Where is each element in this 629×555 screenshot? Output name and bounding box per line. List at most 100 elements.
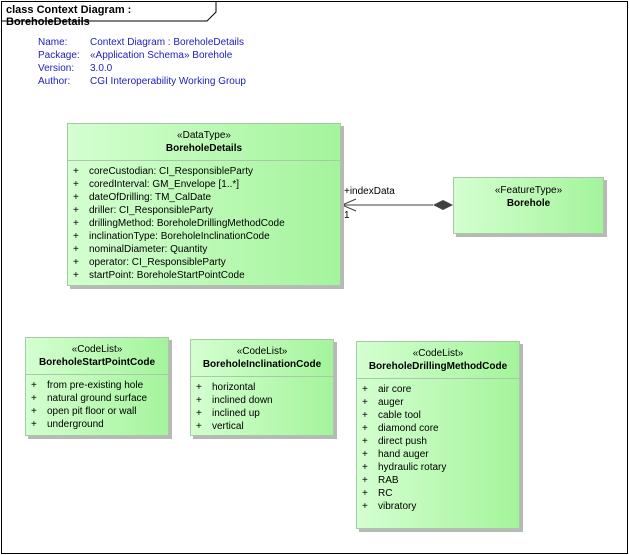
attribute-item[interactable]: + RC	[361, 487, 519, 500]
visibility-marker: +	[196, 395, 202, 406]
attribute-text: underground	[47, 419, 104, 430]
attribute-list: + air core + auger + cable tool + diamond core +…	[357, 379, 519, 513]
class-borehole-details[interactable]: «DataType» BoreholeDetails + coreCustodian:…	[67, 123, 341, 286]
class-name: BoreholeInclinationCode	[202, 359, 322, 370]
metadata-row: Author: CGI Interoperability Working Grou…	[38, 75, 246, 88]
attribute-item[interactable]: + vibratory	[361, 500, 519, 513]
attribute-text: RAB	[378, 475, 399, 486]
attribute-text: vertical	[212, 421, 244, 432]
attribute-text: coreCustodian: CI_ResponsibleParty	[89, 166, 253, 177]
attribute-item[interactable]: + inclined down	[195, 394, 333, 407]
metadata-key: Author:	[38, 76, 71, 87]
visibility-marker: +	[73, 179, 79, 190]
class-header: «FeatureType» Borehole	[454, 178, 603, 215]
metadata-row: Name: Context Diagram : BoreholeDetails	[38, 36, 246, 49]
class-header: «CodeList» BoreholeInclinationCode	[191, 340, 333, 377]
attribute-item[interactable]: + nominalDiameter: Quantity	[72, 243, 340, 256]
attribute-item[interactable]: + auger	[361, 396, 519, 409]
attribute-item[interactable]: + driller: CI_ResponsibleParty	[72, 204, 340, 217]
composition-diamond-icon	[433, 200, 453, 210]
attribute-item[interactable]: + hydraulic rotary	[361, 461, 519, 474]
visibility-marker: +	[362, 436, 368, 447]
visibility-marker: +	[362, 501, 368, 512]
stereotype-label: «DataType»	[177, 130, 231, 141]
attribute-item[interactable]: + horizontal	[195, 381, 333, 394]
attribute-text: direct push	[378, 436, 427, 447]
visibility-marker: +	[31, 380, 37, 391]
attribute-item[interactable]: + from pre-existing hole	[30, 379, 168, 392]
class-borehole-drilling-method-code[interactable]: «CodeList» BoreholeDrillingMethodCode + air…	[356, 341, 520, 529]
attribute-item[interactable]: + open pit floor or wall	[30, 405, 168, 418]
attribute-text: natural ground surface	[47, 393, 148, 404]
attribute-item[interactable]: + coreCustodian: CI_ResponsibleParty	[72, 165, 340, 178]
attribute-text: vibratory	[378, 501, 417, 512]
class-borehole-start-point-code[interactable]: «CodeList» BoreholeStartPointCode + from pr…	[25, 337, 169, 436]
attribute-item[interactable]: + dateOfDrilling: TM_CalDate	[72, 191, 340, 204]
stereotype-label: «FeatureType»	[494, 185, 563, 196]
attribute-item[interactable]: + RAB	[361, 474, 519, 487]
attribute-item[interactable]: + natural ground surface	[30, 392, 168, 405]
attribute-text: RC	[378, 488, 393, 499]
attribute-text: auger	[378, 397, 404, 408]
visibility-marker: +	[31, 419, 37, 430]
attribute-item[interactable]: + underground	[30, 418, 168, 431]
attribute-text: from pre-existing hole	[47, 380, 144, 391]
attribute-item[interactable]: + startPoint: BoreholeStartPointCode	[72, 269, 340, 282]
visibility-marker: +	[196, 382, 202, 393]
attribute-text: drillingMethod: BoreholeDrillingMethodCo…	[89, 218, 285, 229]
metadata-value: Context Diagram : BoreholeDetails	[90, 37, 244, 48]
attribute-text: cable tool	[378, 410, 421, 421]
attribute-item[interactable]: + air core	[361, 383, 519, 396]
attribute-list: + horizontal + inclined down + inclined up + ve…	[191, 377, 333, 433]
attribute-text: open pit floor or wall	[47, 406, 137, 417]
visibility-marker: +	[362, 475, 368, 486]
attribute-item[interactable]: + inclined up	[195, 407, 333, 420]
metadata-key: Version:	[38, 63, 75, 74]
attribute-item[interactable]: + inclinationType: BoreholeInclinationCod…	[72, 230, 340, 243]
visibility-marker: +	[73, 192, 79, 203]
visibility-marker: +	[362, 410, 368, 421]
attribute-item[interactable]: + cable tool	[361, 409, 519, 422]
attribute-text: operator: CI_ResponsibleParty	[89, 257, 226, 268]
class-header: «CodeList» BoreholeDrillingMethodCode	[357, 342, 519, 379]
attribute-item[interactable]: + diamond core	[361, 422, 519, 435]
metadata-row: Package: «Application Schema» Borehole	[38, 49, 246, 62]
visibility-marker: +	[73, 244, 79, 255]
attribute-item[interactable]: + drillingMethod: BoreholeDrillingMethodC…	[72, 217, 340, 230]
visibility-marker: +	[362, 384, 368, 395]
visibility-marker: +	[362, 397, 368, 408]
class-header: «CodeList» BoreholeStartPointCode	[26, 338, 168, 375]
attribute-text: inclined up	[212, 408, 260, 419]
stereotype-label: «CodeList»	[236, 346, 288, 357]
diagram-metadata: Name: Context Diagram : BoreholeDetails Pa…	[38, 36, 246, 88]
class-name: BoreholeDrillingMethodCode	[368, 361, 508, 372]
attribute-text: diamond core	[378, 423, 439, 434]
attribute-text: horizontal	[212, 382, 256, 393]
attribute-item[interactable]: + hand auger	[361, 448, 519, 461]
class-name: Borehole	[506, 198, 551, 209]
visibility-marker: +	[362, 488, 368, 499]
attribute-text: hydraulic rotary	[378, 462, 447, 473]
metadata-value: 3.0.0	[90, 63, 113, 74]
attribute-item[interactable]: + coredInterval: GM_Envelope [1..*]	[72, 178, 340, 191]
visibility-marker: +	[31, 406, 37, 417]
attribute-item[interactable]: + direct push	[361, 435, 519, 448]
class-borehole[interactable]: «FeatureType» Borehole	[453, 177, 604, 234]
attribute-text: inclined down	[212, 395, 273, 406]
role-label: +indexData	[344, 186, 395, 197]
metadata-value: CGI Interoperability Working Group	[90, 76, 246, 87]
attribute-text: hand auger	[378, 449, 429, 460]
attribute-item[interactable]: + operator: CI_ResponsibleParty	[72, 256, 340, 269]
class-name: BoreholeDetails	[165, 143, 243, 154]
visibility-marker: +	[73, 205, 79, 216]
attribute-item[interactable]: + vertical	[195, 420, 333, 433]
metadata-key: Name:	[38, 37, 68, 48]
attribute-text: startPoint: BoreholeStartPointCode	[89, 270, 245, 281]
attribute-text: dateOfDrilling: TM_CalDate	[89, 192, 212, 203]
attribute-text: coredInterval: GM_Envelope [1..*]	[89, 179, 240, 190]
metadata-key: Package:	[38, 50, 80, 61]
class-borehole-inclination-code[interactable]: «CodeList» BoreholeInclinationCode + horizo…	[190, 339, 334, 436]
metadata-value: «Application Schema» Borehole	[90, 50, 233, 61]
visibility-marker: +	[73, 218, 79, 229]
metadata-row: Version: 3.0.0	[38, 62, 246, 75]
